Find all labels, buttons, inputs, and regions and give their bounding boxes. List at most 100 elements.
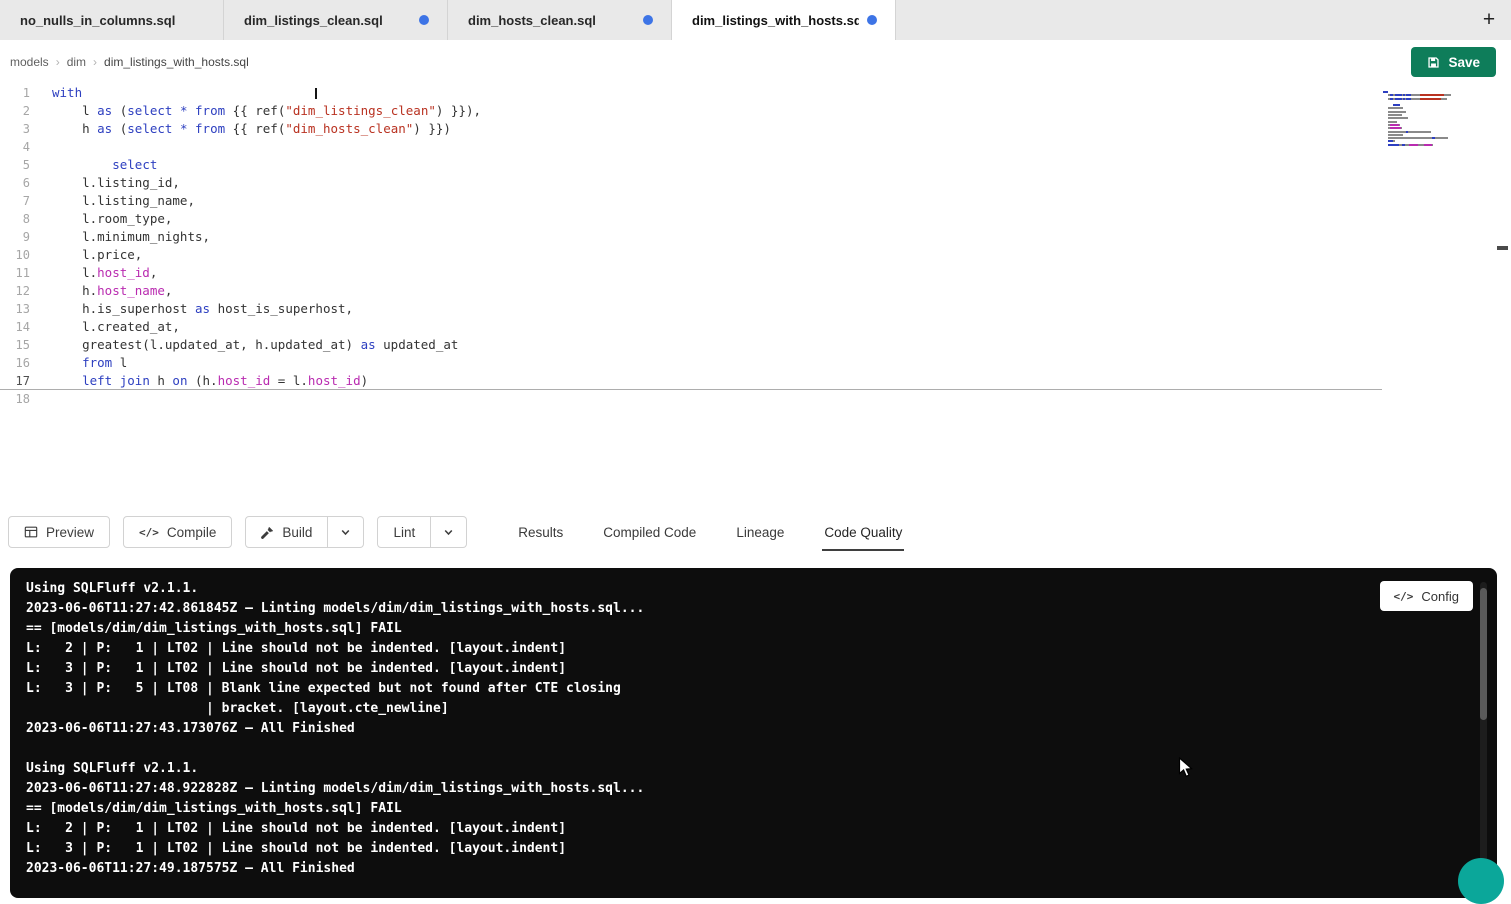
- build-button[interactable]: Build: [245, 516, 328, 548]
- line-number: 11: [0, 264, 30, 282]
- editor-scrollbar-thumb[interactable]: [1497, 246, 1508, 250]
- code-line-2[interactable]: 2 l as (select * from {{ ref("dim_listin…: [0, 102, 1382, 120]
- terminal-scrollbar-thumb[interactable]: [1480, 588, 1487, 720]
- line-number: 12: [0, 282, 30, 300]
- chevron-down-icon: [443, 527, 454, 538]
- code-line-1[interactable]: 1with: [0, 84, 1382, 102]
- unsaved-changes-dot: [419, 15, 429, 25]
- minimap-line: [1383, 147, 1453, 150]
- lint-button[interactable]: Lint: [377, 516, 431, 548]
- code-text: l.room_type,: [52, 210, 172, 228]
- terminal-line: == [models/dim/dim_listings_with_hosts.s…: [26, 619, 1497, 639]
- file-tab-bar-tabs: no_nulls_in_columns.sql dim_listings_clea…: [0, 0, 896, 40]
- code-line-9[interactable]: 9 l.minimum_nights,: [0, 228, 1382, 246]
- terminal-output: Using SQLFluff v2.1.1.2023-06-06T11:27:4…: [26, 579, 1497, 879]
- code-line-13[interactable]: 13 h.is_superhost as host_is_superhost,: [0, 300, 1382, 318]
- code-icon: </>: [1394, 590, 1414, 603]
- tab-results[interactable]: Results: [516, 508, 565, 556]
- terminal-line: Using SQLFluff v2.1.1.: [26, 579, 1497, 599]
- code-line-4[interactable]: 4: [0, 138, 1382, 156]
- code-line-18[interactable]: 18: [0, 390, 1382, 408]
- code-text: h.host_name,: [52, 282, 172, 300]
- code-editor[interactable]: 1with2 l as (select * from {{ ref("dim_l…: [0, 84, 1511, 508]
- code-line-7[interactable]: 7 l.listing_name,: [0, 192, 1382, 210]
- line-number: 17: [0, 372, 30, 389]
- editor-minimap[interactable]: [1383, 91, 1453, 150]
- code-text: select: [52, 156, 157, 174]
- line-number: 8: [0, 210, 30, 228]
- breadcrumb-separator: ›: [49, 55, 67, 69]
- file-tab-dim-listings-with-hosts[interactable]: dim_listings_with_hosts.sql: [672, 0, 896, 40]
- toolbar-actions: Preview </>Compile Build Lint: [8, 516, 480, 548]
- lint-split-button: Lint: [377, 516, 467, 548]
- preview-button[interactable]: Preview: [8, 516, 110, 548]
- editor-toolbar: Preview </>Compile Build Lint Results Compil…: [0, 508, 1511, 556]
- line-number: 5: [0, 156, 30, 174]
- breadcrumb-item: dim_listings_with_hosts.sql: [104, 55, 249, 69]
- preview-button-label: Preview: [46, 525, 94, 540]
- code-text: l.created_at,: [52, 318, 180, 336]
- line-number: 4: [0, 138, 30, 156]
- code-line-17[interactable]: 17 left join h on (h.host_id = l.host_id…: [0, 372, 1382, 390]
- save-button[interactable]: Save: [1411, 47, 1496, 77]
- compile-button-label: Compile: [167, 525, 217, 540]
- file-tab-dim-hosts-clean[interactable]: dim_hosts_clean.sql: [448, 0, 672, 40]
- table-icon: [24, 525, 38, 539]
- new-tab-button[interactable]: +: [1473, 0, 1505, 40]
- code-text: l.price,: [52, 246, 142, 264]
- file-tab-dim-listings-clean[interactable]: dim_listings_clean.sql: [224, 0, 448, 40]
- line-number: 14: [0, 318, 30, 336]
- file-tab-bar: no_nulls_in_columns.sql dim_listings_clea…: [0, 0, 1511, 40]
- code-line-8[interactable]: 8 l.room_type,: [0, 210, 1382, 228]
- terminal-line: | bracket. [layout.cte_newline]: [26, 699, 1497, 719]
- terminal-line: 2023-06-06T11:27:42.861845Z — Linting mo…: [26, 599, 1497, 619]
- breadcrumb-separator: ›: [86, 55, 104, 69]
- terminal-line: 2023-06-06T11:27:43.173076Z — All Finish…: [26, 719, 1497, 739]
- result-tabs: Results Compiled Code Lineage Code Quality: [516, 508, 904, 556]
- file-tab-label: dim_listings_clean.sql: [244, 13, 411, 28]
- code-text: from l: [52, 354, 127, 372]
- code-line-12[interactable]: 12 h.host_name,: [0, 282, 1382, 300]
- code-line-5[interactable]: 5 select: [0, 156, 1382, 174]
- tab-lineage[interactable]: Lineage: [734, 508, 786, 556]
- code-text: l.host_id,: [52, 264, 157, 282]
- file-tab-no-nulls-in-columns[interactable]: no_nulls_in_columns.sql: [0, 0, 224, 40]
- text-caret: [315, 88, 317, 99]
- line-number: 10: [0, 246, 30, 264]
- terminal-line: L: 3 | P: 1 | LT02 | Line should not be …: [26, 659, 1497, 679]
- build-dropdown-button[interactable]: [328, 516, 364, 548]
- build-button-label: Build: [282, 525, 312, 540]
- compile-button[interactable]: </>Compile: [123, 516, 232, 548]
- tab-compiled-code[interactable]: Compiled Code: [601, 508, 698, 556]
- help-chat-bubble[interactable]: [1458, 858, 1504, 904]
- code-line-15[interactable]: 15 greatest(l.updated_at, h.updated_at) …: [0, 336, 1382, 354]
- terminal-panel: Using SQLFluff v2.1.1.2023-06-06T11:27:4…: [10, 568, 1497, 898]
- code-text: greatest(l.updated_at, h.updated_at) as …: [52, 336, 458, 354]
- file-tab-label: no_nulls_in_columns.sql: [20, 13, 205, 28]
- code-text: h as (select * from {{ ref("dim_hosts_cl…: [52, 120, 451, 138]
- code-line-6[interactable]: 6 l.listing_id,: [0, 174, 1382, 192]
- tab-code-quality[interactable]: Code Quality: [822, 508, 904, 556]
- code-text: left join h on (h.host_id = l.host_id): [52, 372, 368, 389]
- code-text: l.minimum_nights,: [52, 228, 210, 246]
- lint-dropdown-button[interactable]: [431, 516, 467, 548]
- line-number: 3: [0, 120, 30, 138]
- line-number: 9: [0, 228, 30, 246]
- breadcrumb-item: dim: [67, 55, 86, 69]
- chevron-down-icon: [340, 527, 351, 538]
- line-number: 7: [0, 192, 30, 210]
- unsaved-changes-dot: [867, 15, 877, 25]
- code-line-14[interactable]: 14 l.created_at,: [0, 318, 1382, 336]
- code-line-16[interactable]: 16 from l: [0, 354, 1382, 372]
- line-number: 6: [0, 174, 30, 192]
- terminal-line: L: 3 | P: 1 | LT02 | Line should not be …: [26, 839, 1497, 859]
- code-line-3[interactable]: 3 h as (select * from {{ ref("dim_hosts_…: [0, 120, 1382, 138]
- code-line-10[interactable]: 10 l.price,: [0, 246, 1382, 264]
- code-line-11[interactable]: 11 l.host_id,: [0, 264, 1382, 282]
- terminal-line: Using SQLFluff v2.1.1.: [26, 759, 1497, 779]
- line-number: 16: [0, 354, 30, 372]
- terminal-line: [26, 739, 1497, 759]
- code-text: l.listing_name,: [52, 192, 195, 210]
- lint-config-button[interactable]: </> Config: [1380, 581, 1473, 611]
- terminal-line: 2023-06-06T11:27:48.922828Z — Linting mo…: [26, 779, 1497, 799]
